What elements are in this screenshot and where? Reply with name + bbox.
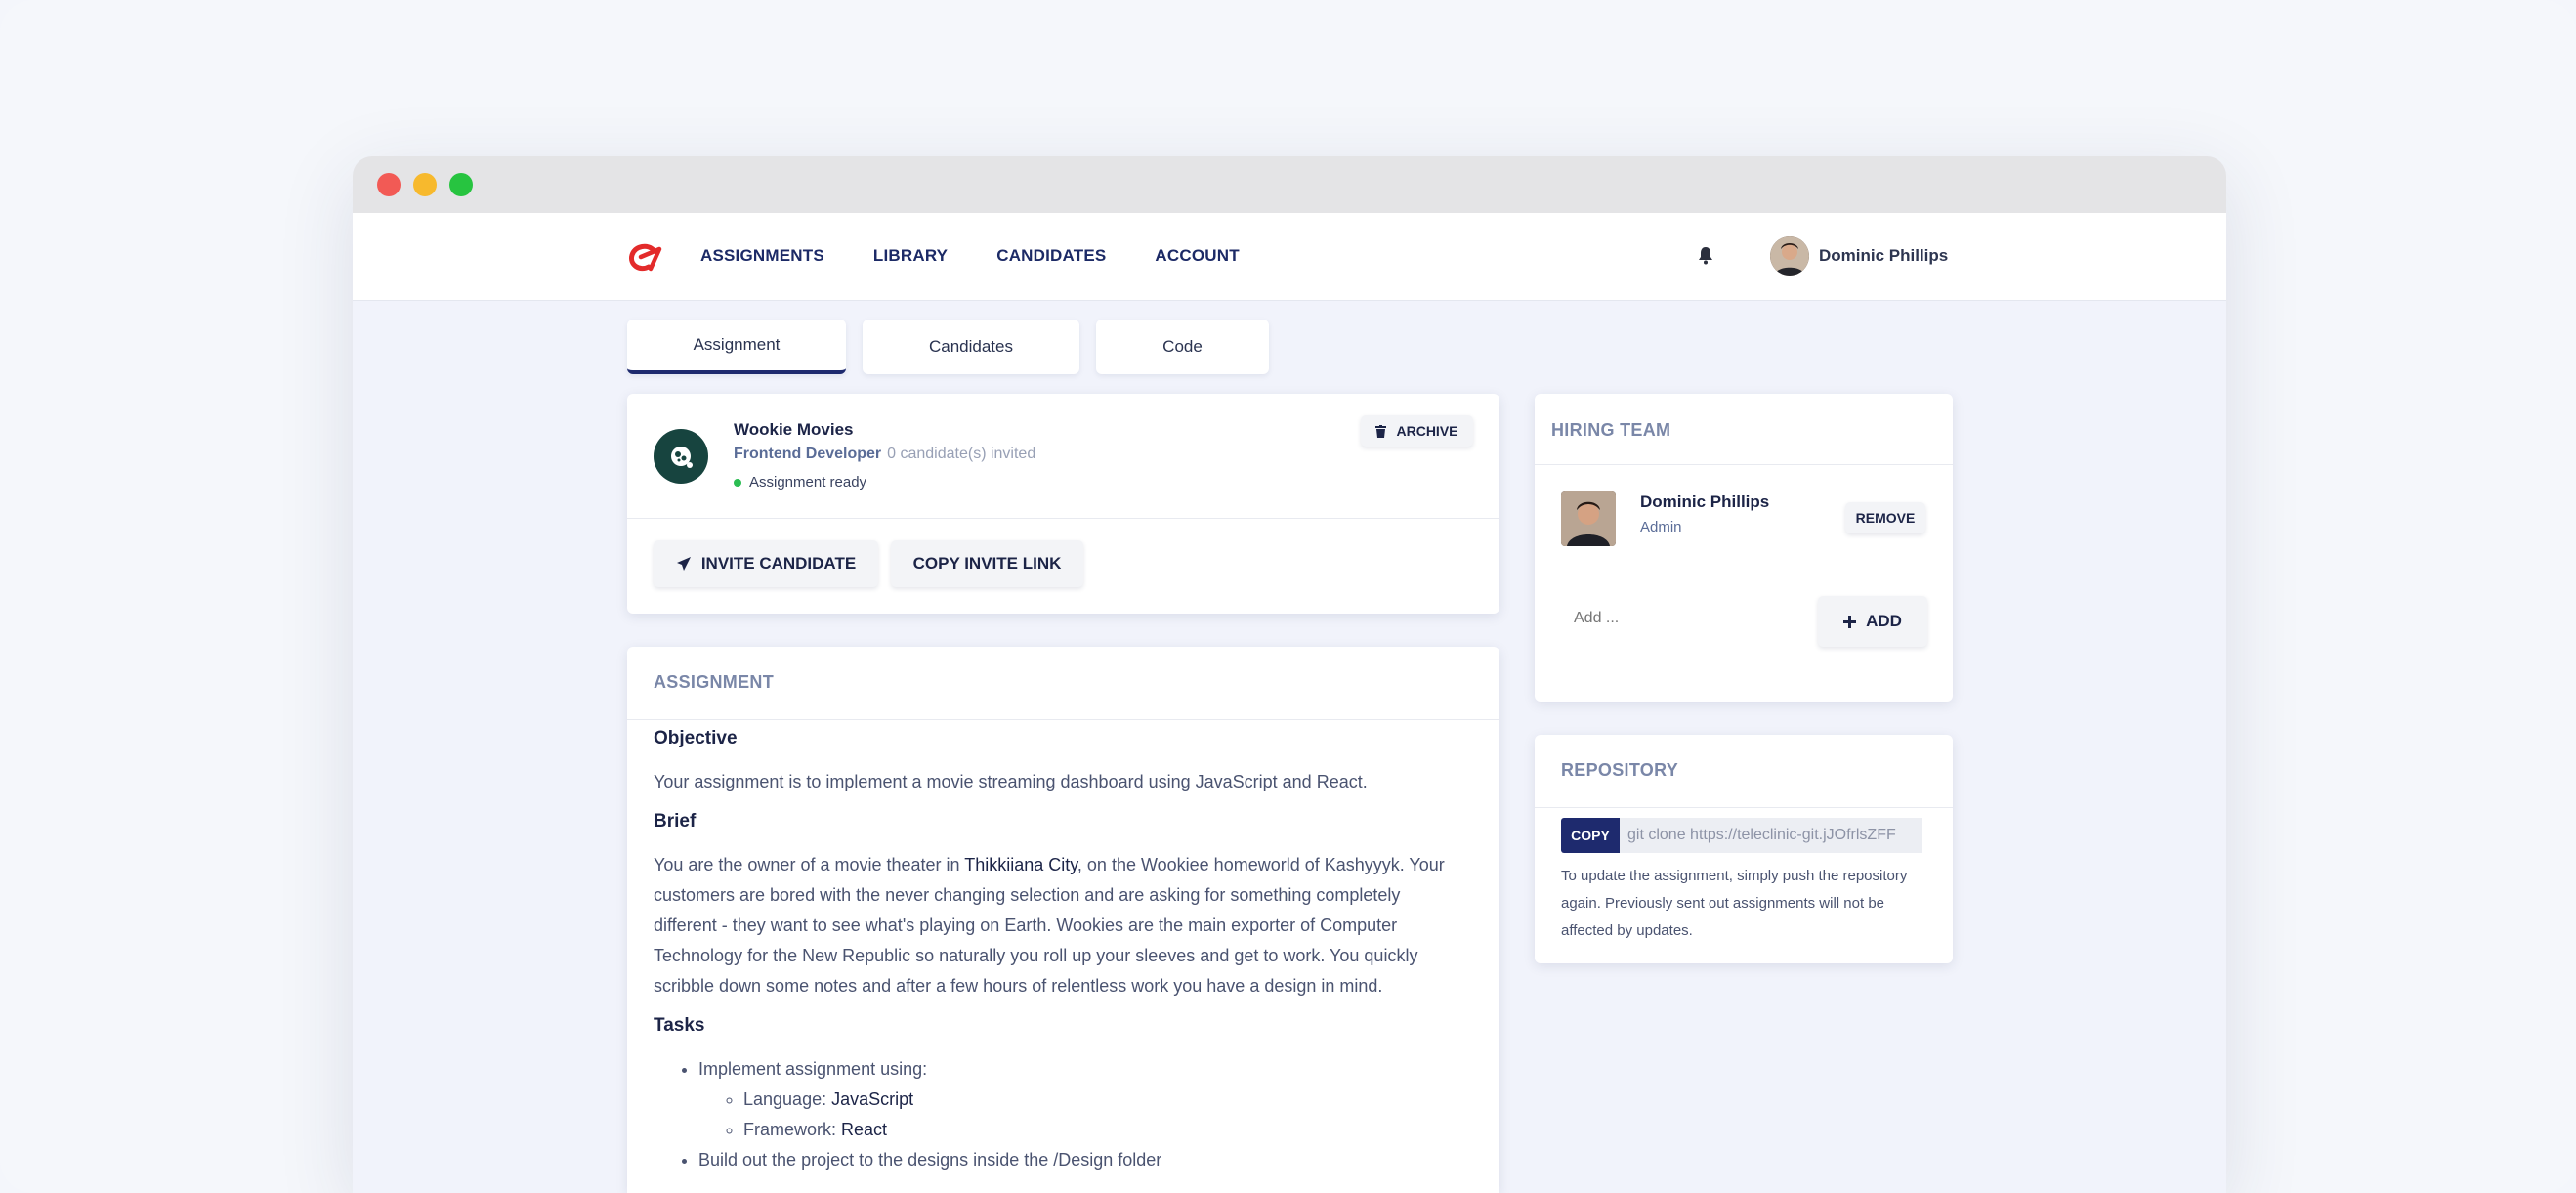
task-1-text: Implement assignment using:	[698, 1059, 928, 1079]
tab-code[interactable]: Code	[1096, 320, 1269, 374]
status-dot-icon	[734, 478, 741, 487]
brief-text-start: You are the owner of a movie theater in	[654, 855, 965, 874]
task-2-text: Build out the project to the designs ins…	[698, 1150, 1162, 1170]
tasks-list: Implement assignment using: Language: Ja…	[654, 1054, 1460, 1175]
tab-assignment[interactable]: Assignment	[627, 320, 846, 374]
clone-command-field[interactable]	[1620, 818, 1922, 853]
nav-candidates[interactable]: CANDIDATES	[996, 246, 1106, 266]
main-nav: ASSIGNMENTS LIBRARY CANDIDATES ACCOUNT	[700, 246, 1288, 266]
codescreen-logo-icon[interactable]	[627, 242, 662, 274]
trash-icon	[1375, 424, 1387, 438]
remove-label: REMOVE	[1855, 510, 1916, 526]
framework-label: Framework:	[743, 1120, 842, 1139]
company-name: Wookie Movies	[734, 420, 854, 439]
tab-assignment-label: Assignment	[693, 335, 781, 354]
nav-library[interactable]: LIBRARY	[873, 246, 948, 266]
tasks-heading: Tasks	[654, 1015, 705, 1036]
tab-code-label: Code	[1162, 337, 1203, 356]
minimize-window-button[interactable]	[413, 173, 437, 196]
member-name: Dominic Phillips	[1640, 492, 1770, 511]
remove-member-button[interactable]: REMOVE	[1845, 502, 1925, 533]
close-window-button[interactable]	[377, 173, 401, 196]
assignment-details-card: ASSIGNMENT Objective Your assignment is …	[627, 647, 1499, 1193]
paper-plane-icon	[676, 557, 691, 571]
member-role: Admin	[1640, 519, 1682, 535]
assignment-tabs: Assignment Candidates Code	[627, 320, 1269, 374]
repository-title: REPOSITORY	[1561, 760, 1679, 780]
assignment-section-title: ASSIGNMENT	[654, 672, 775, 692]
assignment-summary-card: Wookie Movies Frontend Developer 0 candid…	[627, 394, 1499, 614]
add-member-input[interactable]	[1574, 610, 1720, 627]
list-item: Language: JavaScript	[743, 1085, 1460, 1115]
assignment-content: Objective Your assignment is to implemen…	[654, 728, 1460, 1175]
invite-candidate-label: INVITE CANDIDATE	[700, 554, 857, 573]
hiring-team-title: HIRING TEAM	[1551, 420, 1671, 440]
nav-account[interactable]: ACCOUNT	[1155, 246, 1239, 266]
add-member-button[interactable]: ADD	[1818, 596, 1927, 647]
brief-heading: Brief	[654, 811, 697, 831]
avatar	[1770, 236, 1809, 276]
notification-bell-icon[interactable]	[1698, 246, 1713, 266]
framework-value: React	[841, 1120, 888, 1139]
user-menu[interactable]: Dominic Phillips	[1770, 236, 1948, 276]
language-value: JavaScript	[831, 1089, 914, 1109]
archive-label: ARCHIVE	[1396, 423, 1458, 439]
plus-icon	[1843, 615, 1857, 628]
status-badge: Assignment ready	[734, 474, 866, 490]
section-divider	[1535, 464, 1953, 465]
nav-assignments[interactable]: ASSIGNMENTS	[700, 246, 824, 266]
invite-candidate-button[interactable]: INVITE CANDIDATE	[654, 540, 878, 587]
company-logo-icon	[654, 429, 708, 484]
role-line: Frontend Developer 0 candidate(s) invited	[734, 446, 1035, 463]
list-item: Build out the project to the designs ins…	[698, 1145, 1460, 1175]
brief-city: Thikkiiana City	[964, 855, 1077, 874]
brief-text-end: , on the Wookiee homeworld of Kashyyyk. …	[654, 855, 1445, 996]
card-divider	[627, 518, 1499, 519]
invited-count: 0 candidate(s) invited	[887, 446, 1036, 462]
add-label: ADD	[1866, 612, 1902, 630]
status-text: Assignment ready	[749, 474, 867, 490]
role-title: Frontend Developer	[734, 446, 882, 462]
hiring-team-card: HIRING TEAM Dominic Phillips Admin REMOV…	[1535, 394, 1953, 702]
tab-candidates[interactable]: Candidates	[863, 320, 1079, 374]
copy-clone-button[interactable]: COPY	[1561, 818, 1620, 853]
repository-card: REPOSITORY COPY To update the assignment…	[1535, 735, 1953, 963]
tab-candidates-label: Candidates	[928, 337, 1013, 356]
copy-invite-link-button[interactable]: COPY INVITE LINK	[891, 540, 1083, 587]
avatar	[1561, 491, 1616, 546]
section-divider	[1535, 807, 1953, 808]
list-item: Implement assignment using: Language: Ja…	[698, 1054, 1460, 1145]
copy-invite-link-label: COPY INVITE LINK	[912, 554, 1062, 573]
maximize-window-button[interactable]	[449, 173, 473, 196]
section-divider	[627, 719, 1499, 720]
user-name: Dominic Phillips	[1819, 246, 1949, 265]
objective-heading: Objective	[654, 728, 738, 748]
objective-text: Your assignment is to implement a movie …	[654, 772, 1368, 791]
top-navbar: ASSIGNMENTS LIBRARY CANDIDATES ACCOUNT D…	[353, 213, 2226, 301]
language-label: Language:	[743, 1089, 832, 1109]
brief-text: You are the owner of a movie theater in …	[654, 850, 1460, 1001]
archive-button[interactable]: ARCHIVE	[1361, 415, 1473, 447]
window-titlebar	[353, 156, 2226, 213]
list-item: Framework: React	[743, 1115, 1460, 1145]
repository-note: To update the assignment, simply push th…	[1561, 868, 1908, 939]
